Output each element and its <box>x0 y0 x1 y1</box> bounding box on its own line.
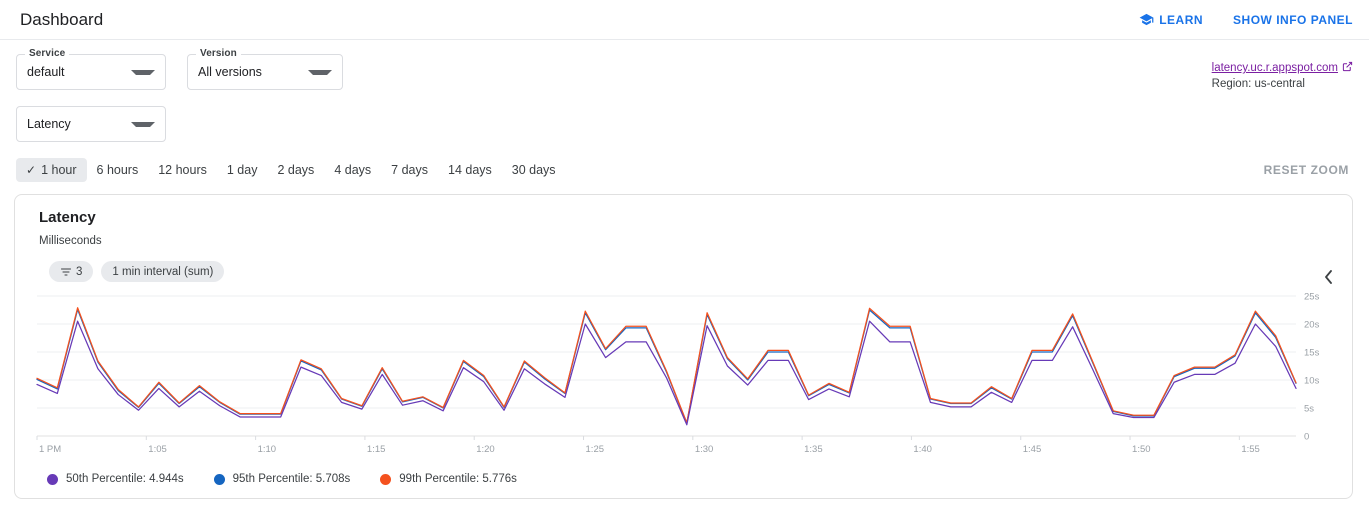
chevron-down-icon <box>131 122 155 127</box>
time-range-tab-14-days[interactable]: 14 days <box>438 158 502 182</box>
legend-label: 99th Percentile: 5.776s <box>399 473 517 485</box>
x-axis-tick-label: 1:40 <box>913 444 932 455</box>
check-icon: ✓ <box>26 164 36 176</box>
chart-subtitle: Milliseconds <box>27 235 1340 247</box>
x-axis-tick-label: 1:50 <box>1132 444 1151 455</box>
reset-zoom-button[interactable]: RESET ZOOM <box>1264 163 1353 177</box>
x-axis-tick-label: 1:35 <box>804 444 823 455</box>
app-url-text: latency.uc.r.appspot.com <box>1212 62 1338 74</box>
time-range-tab-label: 4 days <box>334 163 371 177</box>
time-range-row: ✓ 1 hour 6 hours 12 hours 1 day 2 days 4 days 7… <box>0 142 1369 182</box>
time-range-tab-label: 1 hour <box>41 163 76 177</box>
chart-chips: 3 1 min interval (sum) <box>27 261 1340 282</box>
time-range-tab-30-days[interactable]: 30 days <box>502 158 566 182</box>
time-range-tab-1-day[interactable]: 1 day <box>217 158 268 182</box>
x-axis-tick-label: 1:30 <box>695 444 714 455</box>
app-url-link[interactable]: latency.uc.r.appspot.com <box>1212 61 1353 75</box>
metric-select-value: Latency <box>27 117 71 131</box>
filters-row: Service default Version All versions lat… <box>0 40 1369 90</box>
y-axis-tick-label: 10s <box>1304 376 1320 387</box>
time-range-tab-6-hours[interactable]: 6 hours <box>87 158 149 182</box>
service-select-value: default <box>27 65 65 79</box>
series-line-99th-percentile <box>37 308 1296 423</box>
legend-color-dot <box>380 474 391 485</box>
metric-row: Latency <box>0 90 1369 142</box>
legend-label: 95th Percentile: 5.708s <box>233 473 351 485</box>
chart-chip-label: 3 <box>76 266 82 278</box>
x-axis-tick-label: 1:10 <box>258 444 277 455</box>
metric-select[interactable]: Latency <box>16 106 166 142</box>
chart-chip-label: 1 min interval (sum) <box>112 266 213 278</box>
version-select-value: All versions <box>198 65 262 79</box>
y-axis-tick-label: 0 <box>1304 432 1309 443</box>
learn-button[interactable]: LEARN <box>1139 12 1203 27</box>
x-axis-tick-label: 1:55 <box>1241 444 1260 455</box>
x-axis-tick-label: 1:45 <box>1023 444 1042 455</box>
time-range-tab-7-days[interactable]: 7 days <box>381 158 438 182</box>
legend-item-1[interactable]: 95th Percentile: 5.708s <box>214 473 351 485</box>
chart-legend: 50th Percentile: 4.944s 95th Percentile: … <box>27 473 1340 485</box>
show-info-panel-label: SHOW INFO PANEL <box>1233 13 1353 27</box>
legend-color-dot <box>47 474 58 485</box>
school-icon <box>1139 12 1154 27</box>
version-select-legend: Version <box>196 48 241 59</box>
time-range-tab-label: 12 hours <box>158 163 207 177</box>
filter-icon <box>60 266 72 278</box>
x-axis-tick-label: 1:15 <box>367 444 386 455</box>
latency-line-chart: 25s 20s 15s 10s 5s 0 1 PM 1:05 1:10 1:15 1:20 1:25 1… <box>27 292 1348 464</box>
latency-plot[interactable]: 25s 20s 15s 10s 5s 0 1 PM 1:05 1:10 1:15 1:20 1:25 1… <box>27 292 1340 464</box>
header-actions: LEARN SHOW INFO PANEL <box>1139 12 1353 27</box>
service-select-legend: Service <box>25 48 69 59</box>
y-axis-tick-label: 15s <box>1304 348 1320 359</box>
legend-item-2[interactable]: 99th Percentile: 5.776s <box>380 473 517 485</box>
y-axis-tick-label: 25s <box>1304 292 1320 303</box>
x-axis-tick-label: 1:25 <box>586 444 605 455</box>
time-range-tabs: ✓ 1 hour 6 hours 12 hours 1 day 2 days 4 days 7… <box>16 158 566 182</box>
show-info-panel-button[interactable]: SHOW INFO PANEL <box>1233 13 1353 27</box>
chart-chip-1[interactable]: 1 min interval (sum) <box>101 261 224 282</box>
chevron-down-icon <box>131 70 155 75</box>
latency-chart-card: Latency Milliseconds 3 1 min interval (su… <box>14 194 1353 499</box>
version-select[interactable]: Version All versions <box>187 54 343 90</box>
legend-label: 50th Percentile: 4.944s <box>66 473 184 485</box>
x-axis-tick-label: 1:05 <box>148 444 167 455</box>
time-range-tab-label: 2 days <box>277 163 314 177</box>
x-axis-tick-label: 1 PM <box>39 444 61 455</box>
time-range-tab-label: 1 day <box>227 163 258 177</box>
page-title: Dashboard <box>16 10 103 30</box>
open-in-new-icon <box>1342 61 1353 75</box>
learn-label: LEARN <box>1159 13 1203 27</box>
legend-item-0[interactable]: 50th Percentile: 4.944s <box>47 473 184 485</box>
chevron-left-icon[interactable] <box>1316 265 1340 289</box>
time-range-tab-label: 6 hours <box>97 163 139 177</box>
chart-chip-0[interactable]: 3 <box>49 261 93 282</box>
chevron-down-icon <box>308 70 332 75</box>
time-range-tab-label: 14 days <box>448 163 492 177</box>
y-axis-tick-label: 5s <box>1304 404 1314 415</box>
time-range-tab-1-hour[interactable]: ✓ 1 hour <box>16 158 87 182</box>
site-info: latency.uc.r.appspot.com Region: us-cent… <box>1212 54 1353 90</box>
time-range-tab-4-days[interactable]: 4 days <box>324 158 381 182</box>
chart-title: Latency <box>27 209 1340 226</box>
legend-color-dot <box>214 474 225 485</box>
region-label: Region: us-central <box>1212 78 1353 90</box>
time-range-tab-label: 7 days <box>391 163 428 177</box>
service-select[interactable]: Service default <box>16 54 166 90</box>
time-range-tab-12-hours[interactable]: 12 hours <box>148 158 217 182</box>
x-axis-tick-label: 1:20 <box>476 444 495 455</box>
time-range-tab-label: 30 days <box>512 163 556 177</box>
top-header-bar: Dashboard LEARN SHOW INFO PANEL <box>0 0 1369 40</box>
y-axis-tick-label: 20s <box>1304 320 1320 331</box>
time-range-tab-2-days[interactable]: 2 days <box>267 158 324 182</box>
